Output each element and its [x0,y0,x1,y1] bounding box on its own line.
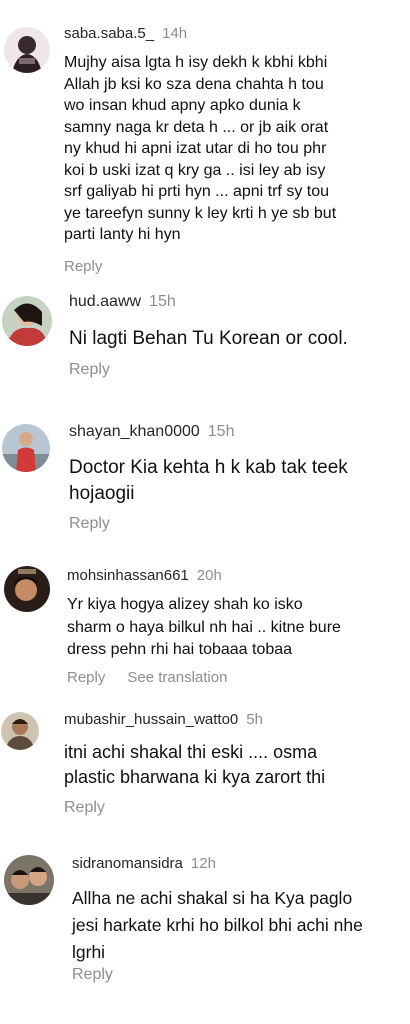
comment-text: Ni lagti Behan Tu Korean or cool. [69,328,348,349]
see-translation-button[interactable]: See translation [127,669,227,686]
avatar[interactable] [4,855,54,905]
comment-actions: Reply [64,258,102,275]
avatar[interactable] [1,712,39,750]
comment-actions: Reply See translation [67,669,227,686]
reply-button[interactable]: Reply [69,515,110,532]
timestamp: 5h [246,711,263,728]
timestamp: 20h [196,567,222,584]
comment-meta: sidranomansidra 12h [72,855,216,872]
profile-photo-icon [2,424,50,472]
profile-photo-icon [4,27,50,73]
username[interactable]: hud.aaww [69,293,141,310]
reply-button[interactable]: Reply [64,258,102,275]
avatar[interactable] [4,27,50,73]
timestamp: 12h [190,855,216,872]
comment-text: Mujhy aisa lgta h isy dekh k kbhi kbhi A… [64,54,337,243]
comment-actions: Reply [64,799,105,817]
comment-text: itni achi shakal thi eski .... osma plas… [64,742,326,787]
comment-text: Yr kiya hogya alizey shah ko isko sharm … [67,596,341,658]
comment-meta: mubashir_hussain_watto0 5h [64,711,263,728]
username[interactable]: mubashir_hussain_watto0 [64,711,238,728]
comment-meta: shayan_khan0000 15h [69,423,234,441]
reply-button[interactable]: Reply [64,799,105,816]
comment-item: saba.saba.5_ 14h Mujhy aisa lgta h isy de… [0,0,410,290]
timestamp: 15h [207,423,235,440]
comment-text: Doctor Kia kehta h k kab tak teek hojaog… [69,457,348,504]
comment-text: Allha ne achi shakal si ha Kya paglo jes… [72,888,363,962]
profile-photo-icon [2,296,52,346]
comment-item: sidranomansidra 12h Allha ne achi shakal … [0,845,410,995]
reply-button[interactable]: Reply [72,966,113,983]
comment-actions: Reply [72,966,113,984]
avatar[interactable] [2,296,52,346]
comment-item: mubashir_hussain_watto0 5h itni achi shak… [0,700,410,830]
comment-actions: Reply [69,515,110,533]
comment-item: shayan_khan0000 15h Doctor Kia kehta h k … [0,410,410,550]
profile-photo-icon [4,566,50,612]
comment-item: mohsinhassan661 20h Yr kiya hogya alizey … [0,555,410,695]
username[interactable]: sidranomansidra [72,855,183,872]
avatar[interactable] [4,566,50,612]
comment-actions: Reply [69,361,110,379]
username[interactable]: shayan_khan0000 [69,423,200,440]
timestamp: 15h [149,293,176,310]
avatar[interactable] [2,424,50,472]
comment-meta: hud.aaww 15h [69,293,176,311]
profile-photo-icon [1,712,39,750]
username[interactable]: saba.saba.5_ [64,25,154,42]
username[interactable]: mohsinhassan661 [67,567,189,584]
comment-meta: mohsinhassan661 20h [67,567,222,584]
timestamp: 14h [162,25,188,42]
reply-button[interactable]: Reply [69,361,110,378]
reply-button[interactable]: Reply [67,669,105,686]
profile-photo-icon [4,855,54,905]
comment-item: hud.aaww 15h Ni lagti Behan Tu Korean or … [0,290,410,400]
comment-meta: saba.saba.5_ 14h [64,25,187,42]
